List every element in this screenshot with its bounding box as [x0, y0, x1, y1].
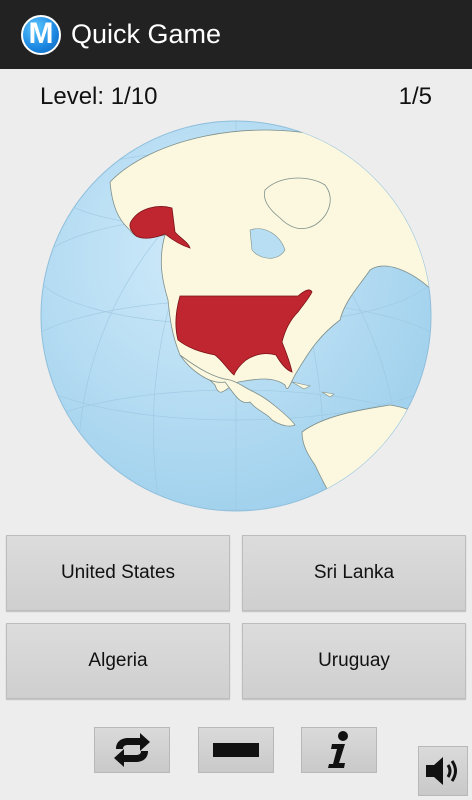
info-button[interactable] — [301, 727, 377, 773]
answer-button-1[interactable]: United States — [6, 535, 230, 611]
sound-button[interactable] — [418, 746, 468, 796]
south-america — [301, 404, 431, 511]
app-logo-icon: M — [21, 14, 61, 55]
minus-icon — [213, 743, 259, 757]
repeat-icon — [114, 733, 150, 767]
level-indicator: Level: 1/10 — [40, 83, 158, 110]
action-bar: M Quick Game — [0, 0, 472, 69]
restart-button[interactable] — [94, 727, 170, 773]
question-counter: 1/5 — [398, 83, 432, 110]
app-title: Quick Game — [71, 19, 222, 49]
info-icon — [328, 731, 348, 768]
answer-button-4[interactable]: Uruguay — [242, 623, 466, 699]
speaker-icon — [426, 757, 457, 785]
globe-map — [40, 120, 432, 512]
answer-button-2[interactable]: Sri Lanka — [242, 535, 466, 611]
remove-button[interactable] — [198, 727, 274, 773]
answer-button-3[interactable]: Algeria — [6, 623, 230, 699]
